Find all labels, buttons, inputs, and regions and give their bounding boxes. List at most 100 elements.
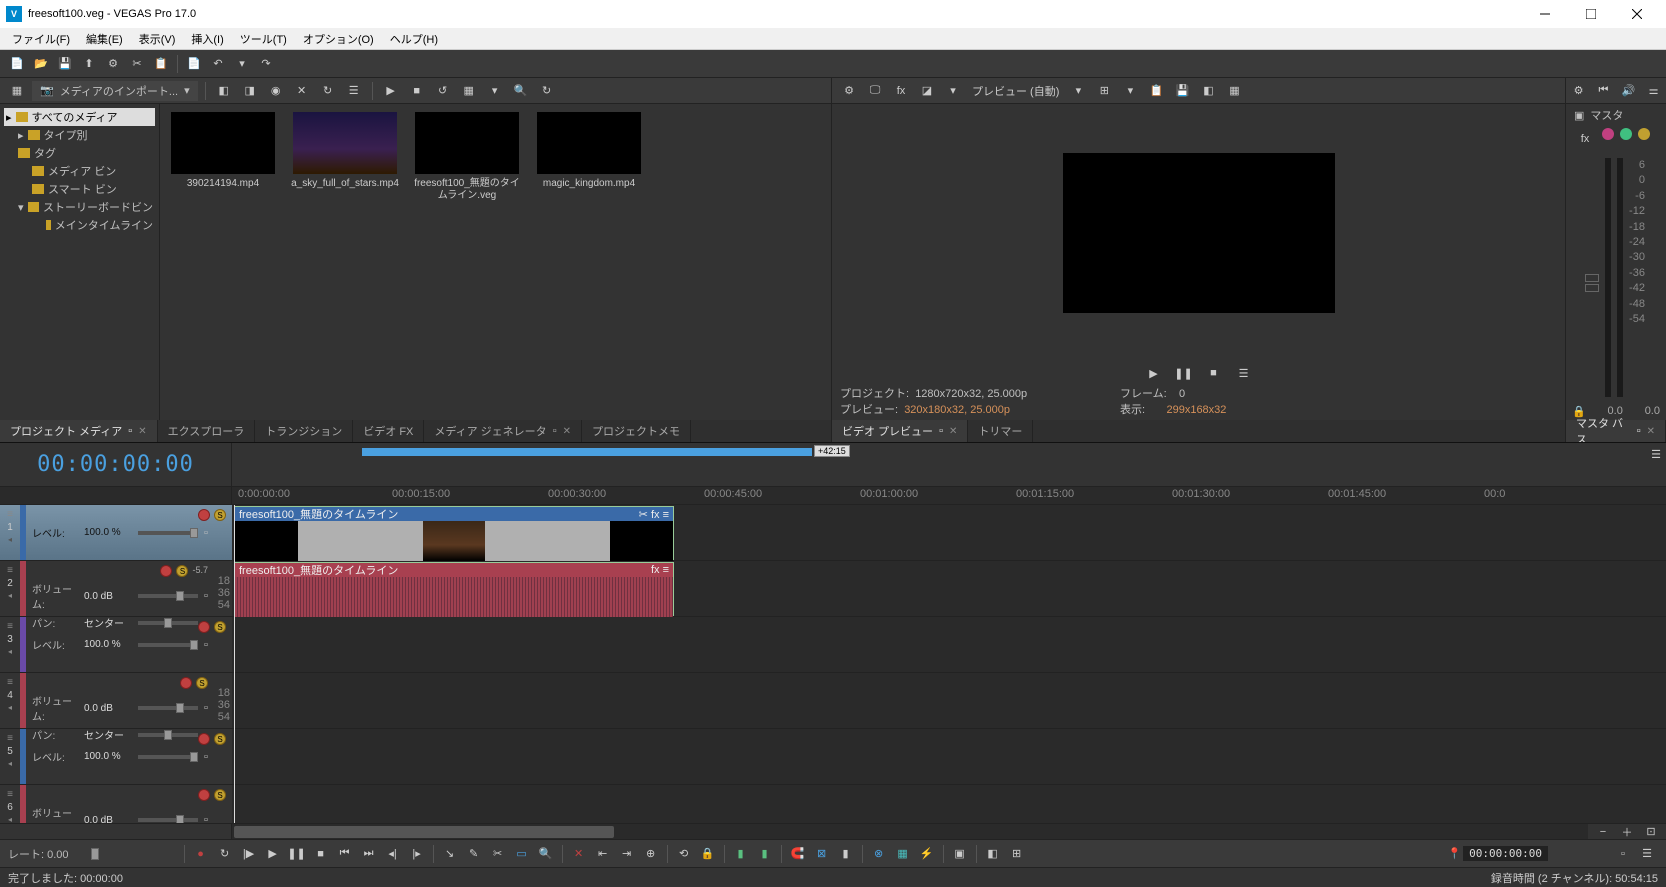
chevron-down-icon[interactable]: ▾	[1067, 80, 1089, 102]
add-missing-icon[interactable]: ▣	[949, 843, 971, 865]
event-fx-icon[interactable]: ⚡	[916, 843, 938, 865]
master-mute-icon[interactable]: 🔊	[1618, 80, 1640, 102]
solo-icon[interactable]: S	[176, 565, 188, 577]
transport-play-icon[interactable]: ▶	[1143, 362, 1165, 384]
transport-menu-icon[interactable]: ☰	[1233, 362, 1255, 384]
open-project-icon[interactable]: 📂	[30, 53, 52, 75]
tree-smart-bin[interactable]: スマート ビン	[4, 180, 155, 198]
master-prev-icon[interactable]: ⏮	[1593, 80, 1615, 102]
preview-save-icon[interactable]: 💾	[1171, 80, 1193, 102]
solo-icon[interactable]: S	[214, 733, 226, 745]
media-stop-icon[interactable]: ■	[406, 80, 428, 102]
keyframe-icon[interactable]: ▫	[204, 590, 208, 602]
preview-split-icon[interactable]: ◪	[916, 80, 938, 102]
auto-crossfade-icon[interactable]: ⊗	[868, 843, 890, 865]
loop-region[interactable]	[362, 448, 812, 456]
level-slider[interactable]	[138, 755, 198, 759]
menu-edit[interactable]: 編集(E)	[78, 29, 131, 49]
meter-mode-icon[interactable]	[1585, 274, 1599, 282]
center-icon[interactable]: ⊕	[640, 843, 662, 865]
fx-dot-2[interactable]	[1620, 128, 1632, 140]
prev-frame-icon[interactable]: ◂|	[382, 843, 404, 865]
preview-misc-2-icon[interactable]: ▦	[1223, 80, 1245, 102]
save-project-icon[interactable]: 💾	[54, 53, 76, 75]
tab-video-fx[interactable]: ビデオ FX	[353, 420, 424, 442]
tab-transitions[interactable]: トランジション	[255, 420, 353, 442]
chevron-down-icon[interactable]: ▾	[1119, 80, 1141, 102]
tab-trimmer[interactable]: トリマー	[968, 420, 1033, 442]
media-play-icon[interactable]: ▶	[380, 80, 402, 102]
clip-fx-icon[interactable]: fx	[651, 564, 660, 576]
close-icon[interactable]: ✕	[138, 426, 146, 437]
tree-media-bin[interactable]: メディア ビン	[4, 162, 155, 180]
copy-icon[interactable]: 📋	[150, 53, 172, 75]
chevron-left-icon[interactable]: ◂	[8, 815, 12, 823]
timeline-ruler[interactable]: 0:00:00:00 00:00:15:00 00:00:30:00 00:00…	[232, 487, 1666, 504]
preview-external-icon[interactable]: 🖵	[864, 80, 886, 102]
media-import-dropdown[interactable]: 📷 メディアのインポート... ▾	[32, 81, 198, 101]
snap-grid-icon[interactable]: ⊠	[811, 843, 833, 865]
tree-tags[interactable]: タグ	[4, 144, 155, 162]
track-menu-icon[interactable]: ≡	[7, 677, 13, 688]
playhead[interactable]	[234, 505, 235, 823]
fx-dot-3[interactable]	[1638, 128, 1650, 140]
media-refresh-icon[interactable]: ↻	[536, 80, 558, 102]
master-settings-icon[interactable]: ⚙	[1568, 80, 1590, 102]
transport-stop-icon[interactable]: ■	[1203, 362, 1225, 384]
record-arm-icon[interactable]	[198, 733, 210, 745]
tl-marker-strip[interactable]: +42:15	[232, 443, 1646, 486]
solo-icon[interactable]: S	[214, 621, 226, 633]
volume-slider[interactable]	[138, 818, 198, 822]
menu-insert[interactable]: 挿入(I)	[183, 29, 231, 49]
bypass-fx-icon[interactable]: ↘	[439, 843, 461, 865]
volume-slider[interactable]	[138, 706, 198, 710]
track-header[interactable]: ≡2◂ S-5.7 ボリューム:0.0 dB▫ パン:センター 183654	[0, 561, 232, 617]
new-project-icon[interactable]: 📄	[6, 53, 28, 75]
delete-icon[interactable]: ✕	[568, 843, 590, 865]
undo-dropdown-icon[interactable]: ▾	[231, 53, 253, 75]
solo-icon[interactable]: S	[196, 677, 208, 689]
minimize-button[interactable]	[1522, 0, 1568, 28]
pan-slider[interactable]	[138, 621, 198, 625]
menu-tools[interactable]: ツール(T)	[232, 29, 295, 49]
lock-icon[interactable]: 🔒	[697, 843, 719, 865]
chevron-left-icon[interactable]: ◂	[8, 703, 12, 712]
media-action-2-icon[interactable]: ◨	[239, 80, 261, 102]
video-clip[interactable]: freesoft100_無題のタイムライン ✂ fx ≡	[234, 506, 674, 560]
trim-end-icon[interactable]: ⇥	[616, 843, 638, 865]
media-action-6-icon[interactable]: ☰	[343, 80, 365, 102]
tab-master-bus[interactable]: マスタ バス ▫ ✕	[1566, 420, 1666, 442]
menu-help[interactable]: ヘルプ(H)	[382, 29, 446, 49]
undo-icon[interactable]: ↶	[207, 53, 229, 75]
record-arm-icon[interactable]	[180, 677, 192, 689]
keyframe-icon[interactable]: ▫	[204, 814, 208, 823]
record-arm-icon[interactable]	[160, 565, 172, 577]
preview-grid-icon[interactable]: ⊞	[1093, 80, 1115, 102]
media-item[interactable]: 390214194.mp4	[168, 112, 278, 190]
track-header[interactable]: ≡3◂ S レベル:100.0 %▫	[0, 617, 232, 673]
keyframe-icon[interactable]: ▫	[204, 751, 208, 763]
level-slider[interactable]	[138, 531, 198, 535]
snap-icon[interactable]: 🧲	[787, 843, 809, 865]
track-menu-icon[interactable]: ≡	[7, 509, 13, 520]
selection-tool-icon[interactable]: ▭	[511, 843, 533, 865]
maximize-button[interactable]	[1568, 0, 1614, 28]
render-icon[interactable]: ⬆	[78, 53, 100, 75]
chevron-left-icon[interactable]: ◂	[8, 647, 12, 656]
media-action-1-icon[interactable]: ◧	[213, 80, 235, 102]
track-menu-icon[interactable]: ≡	[7, 621, 13, 632]
volume-slider[interactable]	[138, 594, 198, 598]
stop-icon[interactable]: ■	[310, 843, 332, 865]
close-icon[interactable]: ✕	[563, 426, 571, 437]
close-icon[interactable]: ✕	[1647, 426, 1655, 437]
record-icon[interactable]: ●	[190, 843, 212, 865]
clip-menu-icon[interactable]: ≡	[663, 564, 669, 576]
go-end-icon[interactable]: ⏭	[358, 843, 380, 865]
properties-icon[interactable]: ⚙	[102, 53, 124, 75]
track-header[interactable]: ≡6◂ S ボリューム:0.0 dB▫	[0, 785, 232, 823]
record-arm-icon[interactable]	[198, 789, 210, 801]
media-view-icon[interactable]: ▦	[458, 80, 480, 102]
media-grid-icon[interactable]: ▦	[6, 80, 28, 102]
rate-slider-thumb[interactable]	[91, 848, 99, 860]
track-header[interactable]: ≡1◂ S レベル:100.0 %▫	[0, 505, 232, 561]
